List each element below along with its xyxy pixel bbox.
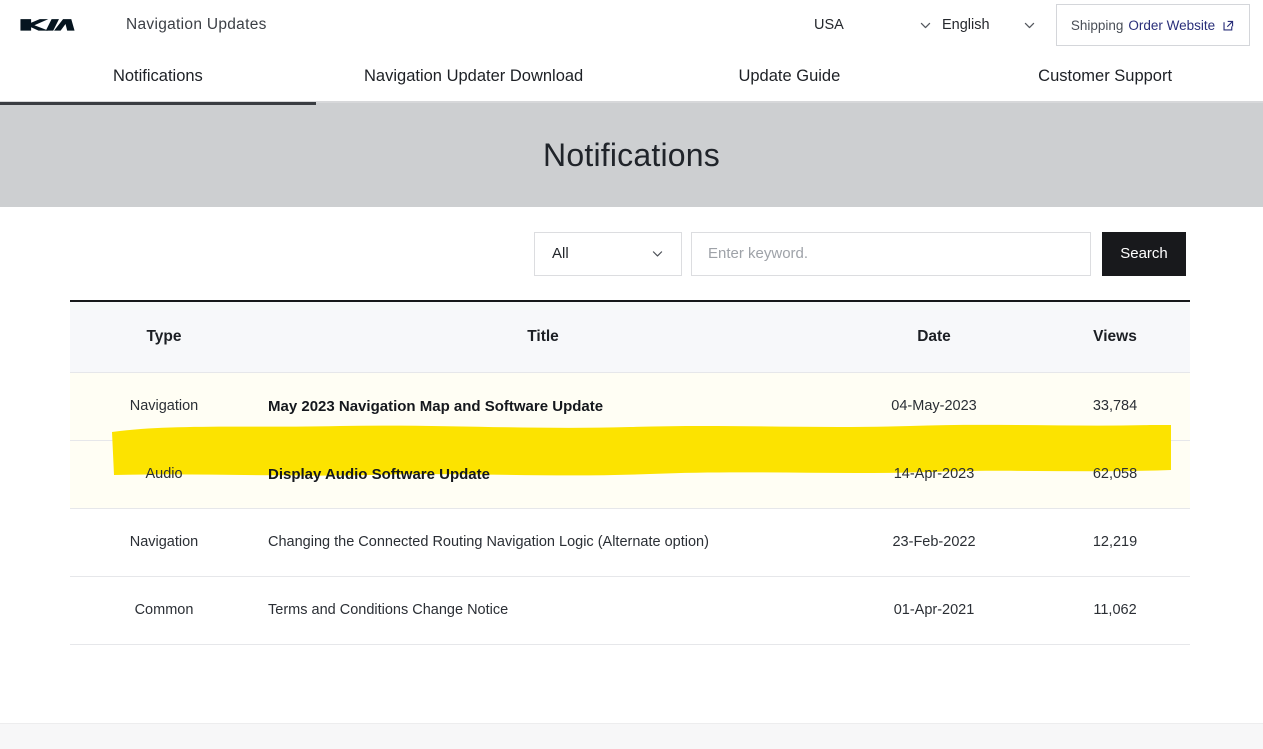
search-button[interactable]: Search (1102, 231, 1186, 276)
cell-date: 23-Feb-2022 (828, 508, 1040, 577)
category-select-value: All (552, 245, 569, 262)
column-header-views: Views (1040, 300, 1190, 373)
notifications-table-wrapper: Type Title Date Views Navigation May 202… (70, 300, 1190, 645)
footer-band (0, 723, 1263, 749)
search-toolbar: All Search (0, 207, 1263, 300)
cell-type: Audio (70, 440, 258, 509)
table-header-row: Type Title Date Views (70, 300, 1190, 373)
cell-date: 04-May-2023 (828, 372, 1040, 441)
page-title-banner: Notifications (0, 103, 1263, 207)
search-input[interactable] (692, 232, 1090, 275)
cell-type: Navigation (70, 508, 258, 577)
shipping-button-label-part1: Shipping (1070, 17, 1124, 33)
country-label: USA (814, 17, 844, 33)
tab-navigation-updater-download[interactable]: Navigation Updater Download (316, 50, 632, 103)
cell-type: Common (70, 576, 258, 645)
cell-views: 11,062 (1040, 576, 1190, 645)
chevron-down-icon (919, 19, 932, 32)
cell-title-text: Display Audio Software Update (268, 465, 490, 483)
cell-views: 33,784 (1040, 372, 1190, 441)
primary-nav-tabs: Notifications Navigation Updater Downloa… (0, 50, 1263, 105)
kia-logo-icon[interactable] (18, 15, 100, 35)
external-link-icon (1222, 19, 1235, 32)
tab-label: Navigation Updater Download (364, 67, 584, 85)
brand-area[interactable]: Navigation Updates (18, 15, 267, 35)
cell-date-text: 14-Apr-2023 (893, 466, 975, 482)
cell-title[interactable]: Changing the Connected Routing Navigatio… (258, 508, 828, 577)
cell-type-text: Audio (145, 466, 183, 482)
table-row[interactable]: Common Terms and Conditions Change Notic… (70, 576, 1190, 645)
brand-title: Navigation Updates (126, 16, 267, 33)
column-header-title: Title (258, 300, 828, 373)
cell-views-text: 62,058 (1092, 466, 1138, 482)
page-title: Notifications (543, 136, 720, 173)
keyword-input-wrapper (691, 231, 1091, 276)
cell-date: 14-Apr-2023 (828, 440, 1040, 509)
tab-label: Customer Support (1038, 67, 1173, 85)
top-header-bar: Navigation Updates USA English Shipping … (0, 0, 1263, 50)
shipping-order-website-button[interactable]: Shipping Order Website (1056, 4, 1250, 46)
tab-label: Update Guide (738, 67, 841, 85)
shipping-button-label-part2: Order Website (1128, 17, 1216, 33)
tab-label: Notifications (112, 67, 203, 85)
tab-customer-support[interactable]: Customer Support (947, 50, 1263, 103)
tab-update-guide[interactable]: Update Guide (632, 50, 948, 103)
cell-date: 01-Apr-2021 (828, 576, 1040, 645)
cell-title[interactable]: Terms and Conditions Change Notice (258, 576, 828, 645)
cell-type: Navigation (70, 372, 258, 441)
cell-views: 12,219 (1040, 508, 1190, 577)
chevron-down-icon (1023, 19, 1036, 32)
column-header-date: Date (828, 300, 1040, 373)
cell-title[interactable]: May 2023 Navigation Map and Software Upd… (258, 372, 828, 441)
category-select[interactable]: All (534, 231, 682, 276)
tab-notifications[interactable]: Notifications (0, 50, 316, 105)
header-right-controls: USA English Shipping Order Website (808, 4, 1250, 46)
table-row[interactable]: Navigation May 2023 Navigation Map and S… (70, 372, 1190, 441)
search-controls-group: All Search (534, 231, 1186, 276)
cell-views: 62,058 (1040, 440, 1190, 509)
language-selector[interactable]: English (940, 10, 1040, 40)
page-root: Navigation Updates USA English Shipping … (0, 0, 1263, 749)
country-selector[interactable]: USA (808, 10, 936, 40)
table-row-highlighted[interactable]: Audio Display Audio Software Update 14-A… (70, 440, 1190, 509)
table-body: Navigation May 2023 Navigation Map and S… (70, 372, 1190, 645)
cell-title[interactable]: Display Audio Software Update (258, 440, 828, 509)
notifications-table: Type Title Date Views Navigation May 202… (70, 300, 1190, 645)
chevron-down-icon (651, 247, 664, 260)
table-header: Type Title Date Views (70, 300, 1190, 373)
column-header-type: Type (70, 300, 258, 373)
language-label: English (942, 17, 990, 33)
table-row[interactable]: Navigation Changing the Connected Routin… (70, 508, 1190, 577)
